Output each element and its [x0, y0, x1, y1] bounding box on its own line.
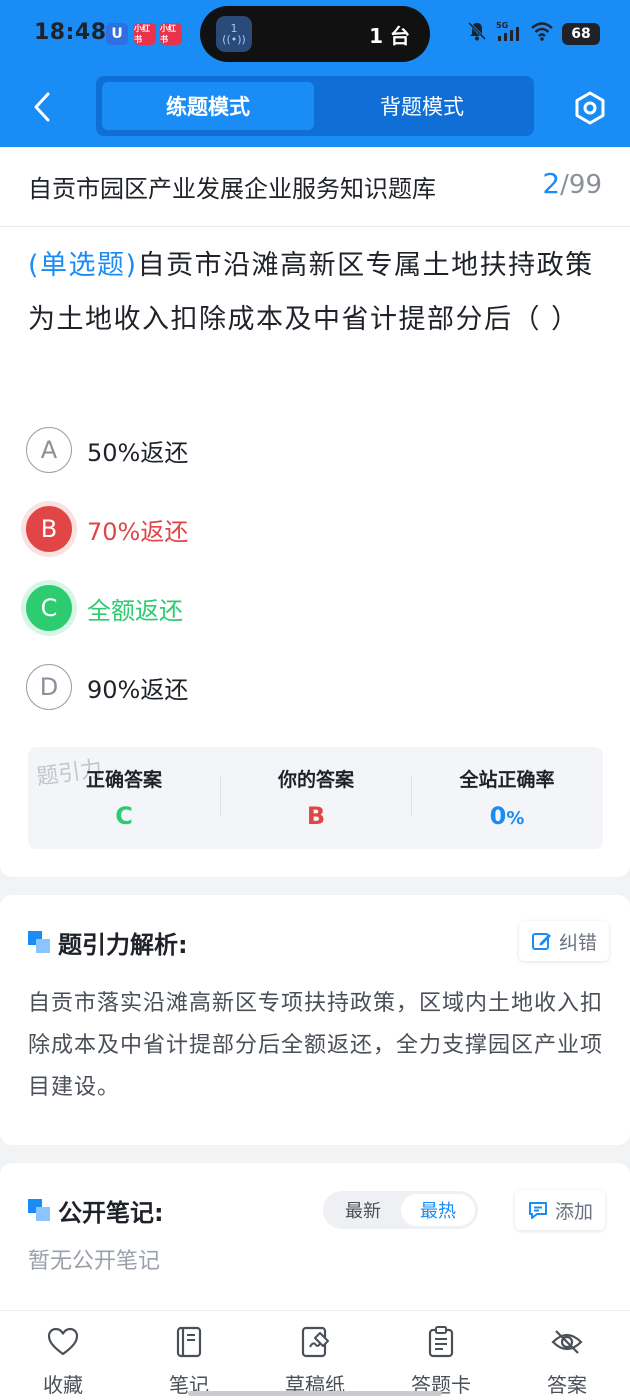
settings-button[interactable] [572, 90, 608, 126]
eye-off-icon [551, 1330, 583, 1354]
island-label: 1 台 [369, 24, 410, 48]
question-counter: 2/99 [542, 167, 602, 200]
option-letter: C [26, 585, 72, 631]
mute-bell-icon [466, 20, 488, 47]
clipboard-icon [428, 1326, 454, 1358]
your-answer-value: B [306, 802, 326, 830]
draft-icon [301, 1326, 329, 1358]
status-bar: 18:48 U 小红书 小红书 1 ((•)) 1 台 5G 68 [0, 0, 630, 66]
wifi-icon [530, 21, 554, 46]
site-accuracy-value: 0% [411, 802, 603, 830]
xiaohongshu-icon: 小红书 [134, 23, 156, 45]
draft-paper-button[interactable]: 草稿纸 [260, 1325, 370, 1398]
question-stem: (单选题)自贡市沿滩高新区专属土地扶持政策为土地收入扣除成本及中省计提部分后（ … [28, 239, 608, 347]
report-error-button[interactable]: 纠错 [519, 921, 610, 961]
answer-sheet-button[interactable]: 答题卡 [386, 1325, 496, 1398]
status-time: 18:48 [34, 20, 107, 45]
notebook-icon [176, 1326, 202, 1358]
section-squares-icon [28, 931, 50, 953]
chevron-left-icon [34, 92, 50, 122]
option-c[interactable]: C 全额返还 [26, 584, 586, 632]
public-notes-card: 公开笔记: 最新 最热 添加 暂无公开笔记 [0, 1163, 630, 1313]
report-error-label: 纠错 [559, 931, 598, 954]
section-squares-icon [28, 1199, 50, 1221]
heart-icon [47, 1327, 79, 1356]
correct-answer-label: 正确答案 [85, 769, 162, 791]
option-letter: B [26, 506, 72, 552]
add-note-button[interactable]: 添加 [515, 1190, 606, 1230]
analysis-card: 题引力解析: 纠错 自贡市落实沿滩高新区专项扶持政策，区域内土地收入扣除成本及中… [0, 895, 630, 1145]
status-icons: 5G 68 [466, 20, 600, 47]
option-text: 50%返还 [87, 438, 189, 467]
option-b[interactable]: B 70%返还 [26, 505, 586, 553]
network-type: 5G [496, 21, 508, 30]
option-letter: A [26, 427, 72, 473]
mode-switch: 练题模式 背题模式 [96, 76, 534, 136]
accuracy-number: 0 [489, 802, 507, 830]
option-letter: D [26, 664, 72, 710]
show-answer-button[interactable]: 答案 [512, 1325, 622, 1398]
home-indicator[interactable] [188, 1391, 442, 1396]
your-answer: 你的答案 B [220, 747, 412, 849]
option-text: 全额返还 [87, 596, 183, 625]
show-answer-label: 答案 [547, 1373, 587, 1397]
bottom-toolbar: 收藏 笔记 草稿纸 答题卡 答案 [0, 1310, 630, 1400]
site-accuracy: 全站正确率 0% [411, 747, 603, 849]
answer-result-panel: 题引力 正确答案 C 你的答案 B 全站正确率 0% [28, 747, 603, 849]
your-answer-label: 你的答案 [277, 769, 354, 791]
battery-icon: 68 [562, 22, 600, 45]
broadcast-icon: 1 ((•)) [216, 16, 252, 52]
accuracy-unit: % [506, 808, 525, 829]
app-header: 18:48 U 小红书 小红书 1 ((•)) 1 台 5G 68 练题模式 背… [0, 0, 630, 147]
sort-newest[interactable]: 最新 [326, 1194, 400, 1226]
favorite-button[interactable]: 收藏 [8, 1325, 118, 1398]
xiaohongshu-icon: 小红书 [160, 23, 182, 45]
tab-practice-mode[interactable]: 练题模式 [102, 82, 314, 130]
question-bank-row: 自贡市园区产业发展企业服务知识题库 2/99 [0, 147, 630, 227]
notes-button[interactable]: 笔记 [134, 1325, 244, 1398]
site-accuracy-label: 全站正确率 [459, 769, 555, 791]
option-d[interactable]: D 90%返还 [26, 663, 586, 711]
total-questions: /99 [560, 170, 602, 200]
dynamic-island[interactable]: 1 ((•)) 1 台 [200, 6, 430, 62]
signal-icon: 5G [496, 20, 522, 47]
option-a[interactable]: A 50%返还 [26, 426, 586, 474]
edit-icon [532, 933, 551, 950]
correct-answer: 正确答案 C [28, 747, 220, 849]
tab-memorize-mode[interactable]: 背题模式 [316, 82, 528, 130]
correct-answer-value: C [115, 802, 133, 830]
sort-hottest[interactable]: 最热 [401, 1194, 475, 1226]
add-note-label: 添加 [555, 1200, 594, 1223]
question-type: (单选题) [28, 250, 138, 281]
notes-sort-toggle: 最新 最热 [323, 1191, 478, 1229]
analysis-title: 题引力解析: [58, 931, 188, 959]
bank-title: 自贡市园区产业发展企业服务知识题库 [28, 175, 436, 203]
favorite-label: 收藏 [43, 1373, 83, 1397]
comment-icon [529, 1202, 547, 1219]
question-card: 自贡市园区产业发展企业服务知识题库 2/99 (单选题)自贡市沿滩高新区专属土地… [0, 147, 630, 877]
empty-notes-message: 暂无公开笔记 [28, 1249, 161, 1274]
app-u-icon: U [106, 23, 128, 45]
back-button[interactable] [28, 88, 58, 126]
option-text: 90%返还 [87, 675, 189, 704]
option-text: 70%返还 [87, 517, 189, 546]
hexagon-settings-icon [575, 91, 605, 125]
notes-title: 公开笔记: [58, 1199, 164, 1227]
current-question-number: 2 [542, 167, 561, 200]
analysis-text: 自贡市落实沿滩高新区专项扶持政策，区域内土地收入扣除成本及中省计提部分后全额返还… [28, 991, 604, 1100]
